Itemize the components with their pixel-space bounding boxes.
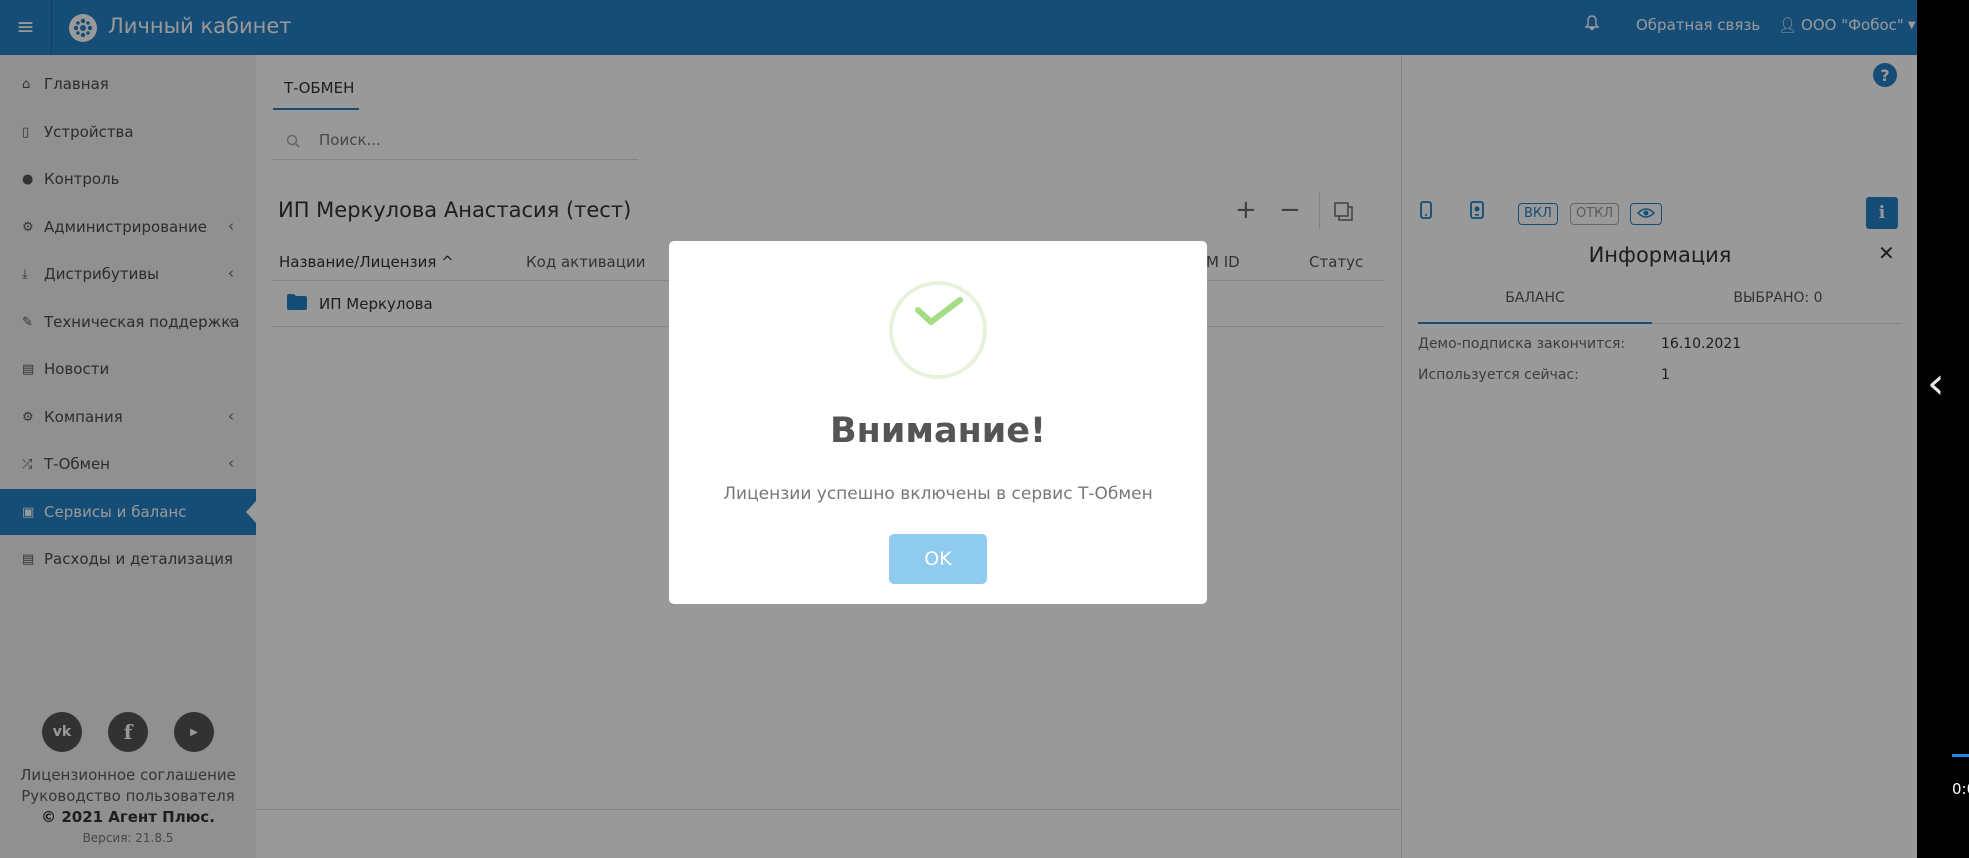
success-check-icon <box>889 281 987 379</box>
ok-button[interactable]: OK <box>889 534 987 584</box>
app-window: ≡ Личный кабинет Обратная связь 👤︎ ООО "… <box>0 0 1917 858</box>
dialog-message: Лицензии успешно включены в сервис Т-Обм… <box>723 484 1153 504</box>
player-side-strip <box>1917 0 1969 858</box>
progress-bar <box>1952 754 1969 757</box>
dialog-title: Внимание! <box>829 411 1046 451</box>
playback-time: 0:0 <box>1952 780 1969 798</box>
chevron-left-icon[interactable]: ‹ <box>1927 362 1945 406</box>
alert-dialog: Внимание! Лицензии успешно включены в се… <box>669 241 1207 604</box>
